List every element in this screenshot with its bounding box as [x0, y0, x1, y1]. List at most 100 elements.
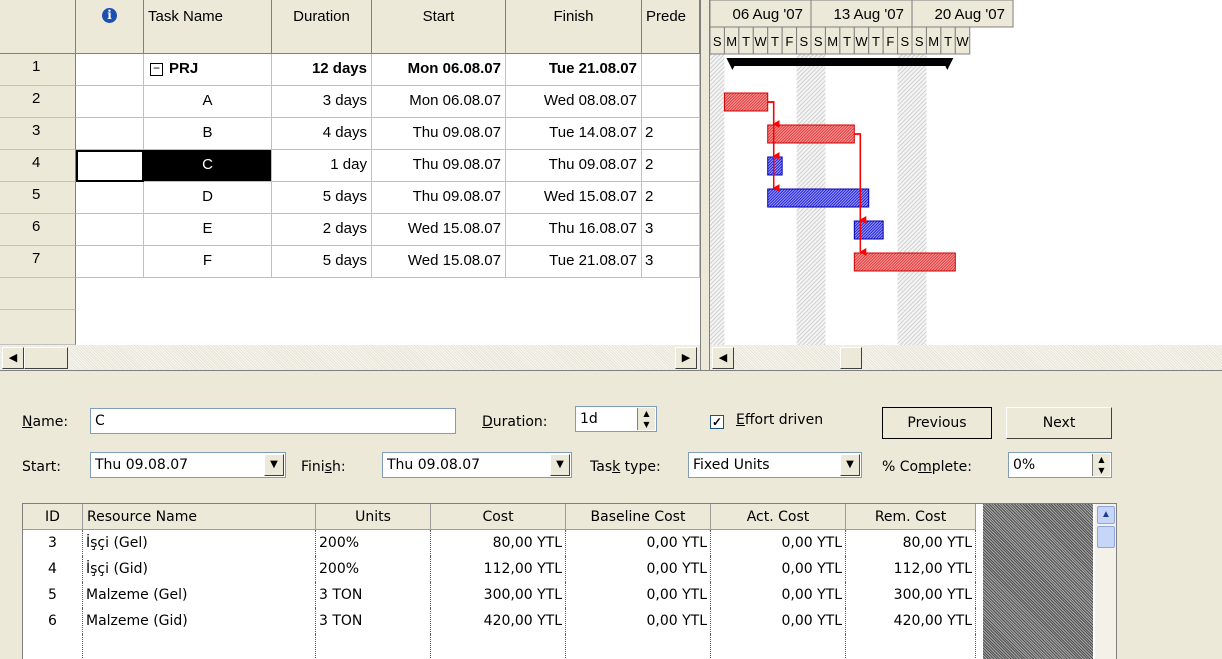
task-start-cell[interactable]: Thu 09.08.07	[372, 182, 506, 214]
resource-name-cell[interactable]: İşçi (Gid)	[83, 556, 316, 582]
start-dropdown[interactable]: Thu 09.08.07 ▼	[90, 452, 286, 478]
select-all-corner[interactable]	[0, 0, 76, 54]
task-name-cell[interactable]: E	[144, 214, 272, 246]
task-duration-cell[interactable]: 12 days	[272, 54, 372, 86]
task-duration-cell[interactable]: 5 days	[272, 182, 372, 214]
resource-cost-cell[interactable]: 112,00 YTL	[431, 556, 566, 582]
task-pred-cell[interactable]: 3	[642, 246, 700, 278]
task-finish-cell[interactable]: Thu 16.08.07	[506, 214, 642, 246]
task-indicator-cell[interactable]	[76, 118, 144, 150]
task-name-cell[interactable]: − PRJ	[144, 54, 272, 86]
start-chevron-down-icon[interactable]: ▼	[264, 454, 284, 476]
task-pred-cell[interactable]	[642, 54, 700, 86]
resource-cost-cell[interactable]: 420,00 YTL	[431, 608, 566, 634]
percent-spinner[interactable]: ▲ ▼	[1092, 454, 1110, 476]
resource-units-cell[interactable]: 200%	[316, 556, 431, 582]
scroll-thumb[interactable]	[24, 347, 68, 369]
task-finish-cell[interactable]: Tue 14.08.07	[506, 118, 642, 150]
resource-baseline-cell[interactable]: 0,00 YTL	[566, 582, 711, 608]
resource-baseline-cell[interactable]: 0,00 YTL	[566, 608, 711, 634]
resource-units-cell[interactable]: 200%	[316, 530, 431, 556]
resource-act-cell[interactable]: 0,00 YTL	[711, 556, 846, 582]
units-header[interactable]: Units	[316, 504, 431, 530]
task-duration-cell[interactable]: 4 days	[272, 118, 372, 150]
task-start-cell[interactable]: Thu 09.08.07	[372, 150, 506, 182]
task-row-header[interactable]: 7	[0, 246, 76, 278]
empty-row-header[interactable]	[0, 310, 76, 345]
finish-column-header[interactable]: Finish	[506, 0, 642, 54]
task-row-header[interactable]: 5	[0, 182, 76, 214]
task-name-cell[interactable]: D	[144, 182, 272, 214]
rem-cost-header[interactable]: Rem. Cost	[846, 504, 976, 530]
predecessors-column-header[interactable]: Prede	[642, 0, 700, 54]
task-start-cell[interactable]: Wed 15.08.07	[372, 214, 506, 246]
task-duration-cell[interactable]: 5 days	[272, 246, 372, 278]
resource-units-cell[interactable]: 3 TON	[316, 582, 431, 608]
task-row-header[interactable]: 2	[0, 86, 76, 118]
resource-baseline-cell[interactable]: 0,00 YTL	[566, 530, 711, 556]
resource-name-cell[interactable]: Malzeme (Gel)	[83, 582, 316, 608]
baseline-cost-header[interactable]: Baseline Cost	[566, 504, 711, 530]
scroll-right-icon[interactable]: ▶	[675, 347, 697, 369]
split-bar[interactable]	[700, 0, 710, 370]
task-start-cell[interactable]: Wed 15.08.07	[372, 246, 506, 278]
gantt-scroll-left-icon[interactable]: ◀	[712, 347, 734, 369]
name-field[interactable]: C	[90, 408, 456, 434]
act-cost-header[interactable]: Act. Cost	[711, 504, 846, 530]
task-start-cell[interactable]: Thu 09.08.07	[372, 118, 506, 150]
task-row-header[interactable]: 4	[0, 150, 76, 182]
next-button[interactable]: Next	[1006, 407, 1112, 439]
task-indicator-cell[interactable]	[76, 86, 144, 118]
resource-rem-cell[interactable]: 80,00 YTL	[846, 530, 976, 556]
cost-header[interactable]: Cost	[431, 504, 566, 530]
task-row-header[interactable]: 1	[0, 54, 76, 86]
task-name-cell[interactable]: A	[144, 86, 272, 118]
resource-id-header[interactable]: ID	[23, 504, 83, 530]
resource-vertical-scrollbar[interactable]: ▲	[1095, 504, 1116, 659]
resource-id-cell[interactable]: 3	[23, 530, 83, 556]
task-row-header[interactable]: 6	[0, 214, 76, 246]
task-type-chevron-down-icon[interactable]: ▼	[840, 454, 860, 476]
duration-column-header[interactable]: Duration	[272, 0, 372, 54]
task-pred-cell[interactable]: 2	[642, 150, 700, 182]
task-finish-cell[interactable]: Thu 09.08.07	[506, 150, 642, 182]
task-indicator-cell[interactable]	[76, 214, 144, 246]
resource-baseline-cell[interactable]: 0,00 YTL	[566, 556, 711, 582]
task-finish-cell[interactable]: Wed 08.08.07	[506, 86, 642, 118]
resource-cost-cell[interactable]: 300,00 YTL	[431, 582, 566, 608]
finish-chevron-down-icon[interactable]: ▼	[550, 454, 570, 476]
scroll-left-icon[interactable]: ◀	[2, 347, 24, 369]
task-duration-cell[interactable]: 2 days	[272, 214, 372, 246]
task-finish-cell[interactable]: Tue 21.08.07	[506, 54, 642, 86]
task-indicator-cell[interactable]	[76, 54, 144, 86]
effort-driven-label[interactable]: Effort driven	[736, 412, 823, 428]
task-name-column-header[interactable]: Task Name	[144, 0, 272, 54]
percent-complete-field[interactable]: 0% ▲ ▼	[1008, 452, 1112, 478]
resource-name-cell[interactable]: Malzeme (Gid)	[83, 608, 316, 634]
duration-spinner[interactable]: ▲ ▼	[637, 408, 655, 430]
task-name-cell[interactable]: B	[144, 118, 272, 150]
task-duration-cell[interactable]: 3 days	[272, 86, 372, 118]
resource-scroll-thumb[interactable]	[1097, 526, 1115, 548]
gantt-scroll-thumb[interactable]	[840, 347, 862, 369]
collapse-icon[interactable]: −	[150, 62, 163, 76]
resource-id-cell[interactable]: 6	[23, 608, 83, 634]
resource-act-cell[interactable]: 0,00 YTL	[711, 608, 846, 634]
task-indicator-cell[interactable]	[76, 182, 144, 214]
empty-row-header[interactable]	[0, 278, 76, 310]
resource-act-cell[interactable]: 0,00 YTL	[711, 530, 846, 556]
task-indicator-cell[interactable]	[76, 246, 144, 278]
start-column-header[interactable]: Start	[372, 0, 506, 54]
task-start-cell[interactable]: Mon 06.08.07	[372, 54, 506, 86]
scroll-up-icon[interactable]: ▲	[1097, 506, 1115, 524]
task-indicator-cell[interactable]	[76, 150, 144, 182]
task-pred-cell[interactable]: 2	[642, 182, 700, 214]
task-finish-cell[interactable]: Tue 21.08.07	[506, 246, 642, 278]
task-row-header[interactable]: 3	[0, 118, 76, 150]
gantt-horizontal-scrollbar[interactable]: ◀	[710, 345, 1222, 370]
task-duration-cell[interactable]: 1 day	[272, 150, 372, 182]
resource-id-cell[interactable]: 5	[23, 582, 83, 608]
resource-rem-cell[interactable]: 112,00 YTL	[846, 556, 976, 582]
task-name-cell[interactable]: C	[144, 150, 272, 182]
duration-field[interactable]: 1d ▲ ▼	[575, 406, 657, 432]
